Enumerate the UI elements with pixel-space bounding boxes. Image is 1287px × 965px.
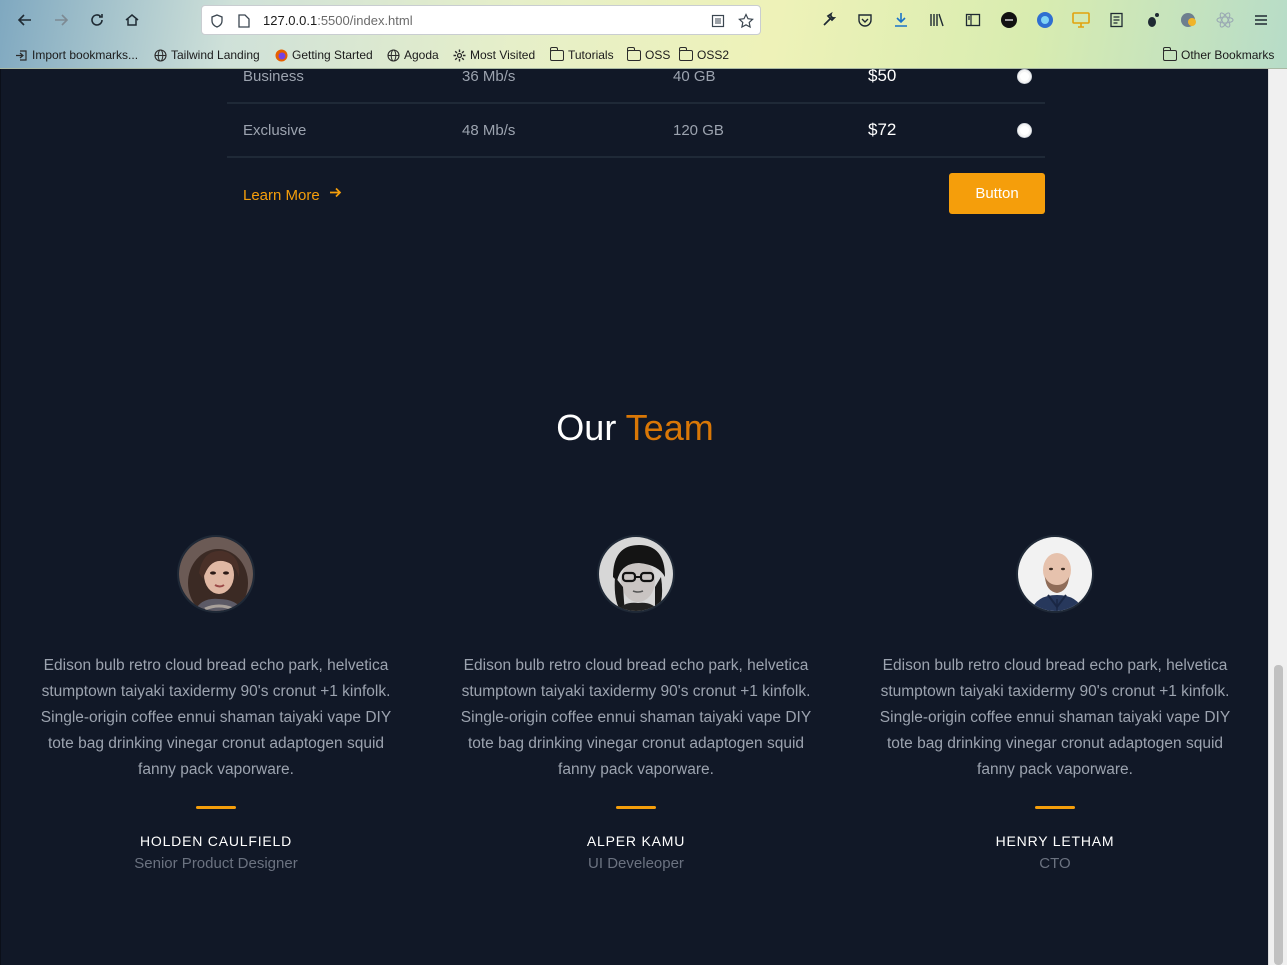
url-text[interactable]: 127.0.0.1:5500/index.html — [263, 13, 413, 28]
arrow-right-icon — [55, 14, 69, 26]
globe-icon — [386, 48, 400, 62]
arrow-right-icon — [329, 186, 342, 204]
extension-notes-icon[interactable] — [1106, 9, 1128, 31]
team-member-card: Edison bulb retro cloud bread echo park,… — [446, 535, 826, 872]
extension-twd-icon[interactable] — [998, 9, 1020, 31]
team-member-card: Edison bulb retro cloud bread echo park,… — [865, 535, 1245, 872]
extension-react-icon[interactable] — [1214, 9, 1236, 31]
import-icon — [14, 48, 28, 62]
extension-monitor-icon[interactable] — [1070, 9, 1092, 31]
avatar — [1016, 535, 1094, 613]
plan-speed: 36 Mb/s — [462, 69, 516, 85]
reload-button[interactable] — [83, 6, 111, 34]
browser-toolbar: 127.0.0.1:5500/index.html — [0, 0, 1287, 40]
member-divider — [1035, 806, 1075, 809]
bookmark-agoda[interactable]: Agoda — [386, 46, 439, 64]
extension-blue-icon[interactable] — [1034, 9, 1056, 31]
extension-color-icon[interactable] — [1178, 9, 1200, 31]
member-bio: Edison bulb retro cloud bread echo park,… — [879, 657, 1231, 778]
team-title-part1: Our — [556, 407, 617, 448]
plan-storage: 120 GB — [673, 121, 724, 139]
sidebar-icon[interactable] — [962, 9, 984, 31]
learn-more-link[interactable]: Learn More — [243, 186, 342, 204]
plan-price: $50 — [868, 69, 897, 85]
url-host: 127.0.0.1 — [263, 13, 318, 28]
home-button[interactable] — [118, 6, 146, 34]
extension-gnome-icon[interactable] — [1142, 9, 1164, 31]
plan-storage: 40 GB — [673, 69, 716, 85]
plan-speed: 48 Mb/s — [462, 121, 516, 139]
bookmark-import[interactable]: Import bookmarks... — [14, 46, 138, 64]
bookmark-oss[interactable]: OSS — [626, 46, 670, 64]
bookmark-other-bookmarks[interactable]: Other Bookmarks — [1162, 46, 1274, 64]
globe-icon — [153, 48, 167, 62]
member-role: Senior Product Designer — [134, 855, 298, 872]
folder-icon — [1162, 46, 1177, 61]
plan-name: Exclusive — [243, 121, 307, 139]
library-icon[interactable] — [926, 9, 948, 31]
reader-view-icon[interactable] — [709, 12, 727, 30]
team-section-title: Our Team — [1, 407, 1268, 449]
pricing-button[interactable]: Button — [949, 173, 1045, 214]
wrench-icon[interactable] — [818, 9, 840, 31]
bookmarks-toolbar: Import bookmarks... Tailwind Landing Get… — [0, 43, 1287, 67]
reload-icon — [91, 14, 103, 26]
folder-icon — [549, 46, 564, 61]
page-viewport: Business 36 Mb/s 40 GB $50 Exclusive 48 … — [0, 69, 1268, 965]
team-member-card: Edison bulb retro cloud bread echo park,… — [26, 535, 406, 872]
address-bar[interactable]: 127.0.0.1:5500/index.html — [201, 5, 761, 35]
member-name: HENRY LETHAM — [995, 833, 1115, 849]
bookmark-getting-started[interactable]: Getting Started — [274, 46, 373, 64]
url-path: :5500/index.html — [317, 13, 413, 28]
bookmark-tutorials[interactable]: Tutorials — [549, 46, 614, 64]
home-icon — [125, 14, 139, 26]
pricing-row-exclusive: Exclusive 48 Mb/s 120 GB $72 — [227, 104, 1045, 158]
member-divider — [616, 806, 656, 809]
plan-radio-exclusive[interactable] — [1017, 123, 1032, 138]
learn-more-label: Learn More — [243, 186, 320, 204]
bookmark-oss2[interactable]: OSS2 — [678, 46, 729, 64]
shield-icon[interactable] — [208, 12, 226, 30]
download-icon[interactable] — [890, 9, 912, 31]
team-title-accent: Team — [625, 407, 714, 448]
star-icon[interactable] — [737, 12, 755, 30]
avatar — [597, 535, 675, 613]
browser-chrome: 127.0.0.1:5500/index.html Import bookmar… — [0, 0, 1287, 69]
avatar — [177, 535, 255, 613]
forward-button[interactable] — [47, 6, 75, 34]
bookmark-tailwind-landing[interactable]: Tailwind Landing — [153, 46, 260, 64]
arrow-left-icon — [17, 14, 31, 26]
member-role: CTO — [1039, 855, 1071, 872]
folder-icon — [678, 46, 693, 61]
member-bio: Edison bulb retro cloud bread echo park,… — [460, 657, 812, 778]
member-name: ALPER KAMU — [586, 833, 686, 849]
page-scrollbar[interactable] — [1268, 69, 1287, 965]
pocket-icon[interactable] — [854, 9, 876, 31]
member-name: HOLDEN CAULFIELD — [139, 833, 293, 849]
plan-radio-business[interactable] — [1017, 69, 1032, 84]
menu-icon[interactable] — [1250, 9, 1272, 31]
plan-price: $72 — [868, 120, 897, 139]
member-divider — [196, 806, 236, 809]
member-role: UI Develeoper — [588, 855, 684, 872]
folder-icon — [626, 46, 641, 61]
gear-icon — [452, 48, 466, 62]
firefox-icon — [274, 48, 288, 62]
plan-name: Business — [243, 69, 304, 85]
pricing-row-business: Business 36 Mb/s 40 GB $50 — [227, 69, 1045, 104]
back-button[interactable] — [11, 6, 39, 34]
bookmark-most-visited[interactable]: Most Visited — [452, 46, 535, 64]
member-bio: Edison bulb retro cloud bread echo park,… — [40, 657, 392, 778]
scrollbar-thumb[interactable] — [1274, 665, 1283, 965]
page-icon[interactable] — [235, 12, 253, 30]
